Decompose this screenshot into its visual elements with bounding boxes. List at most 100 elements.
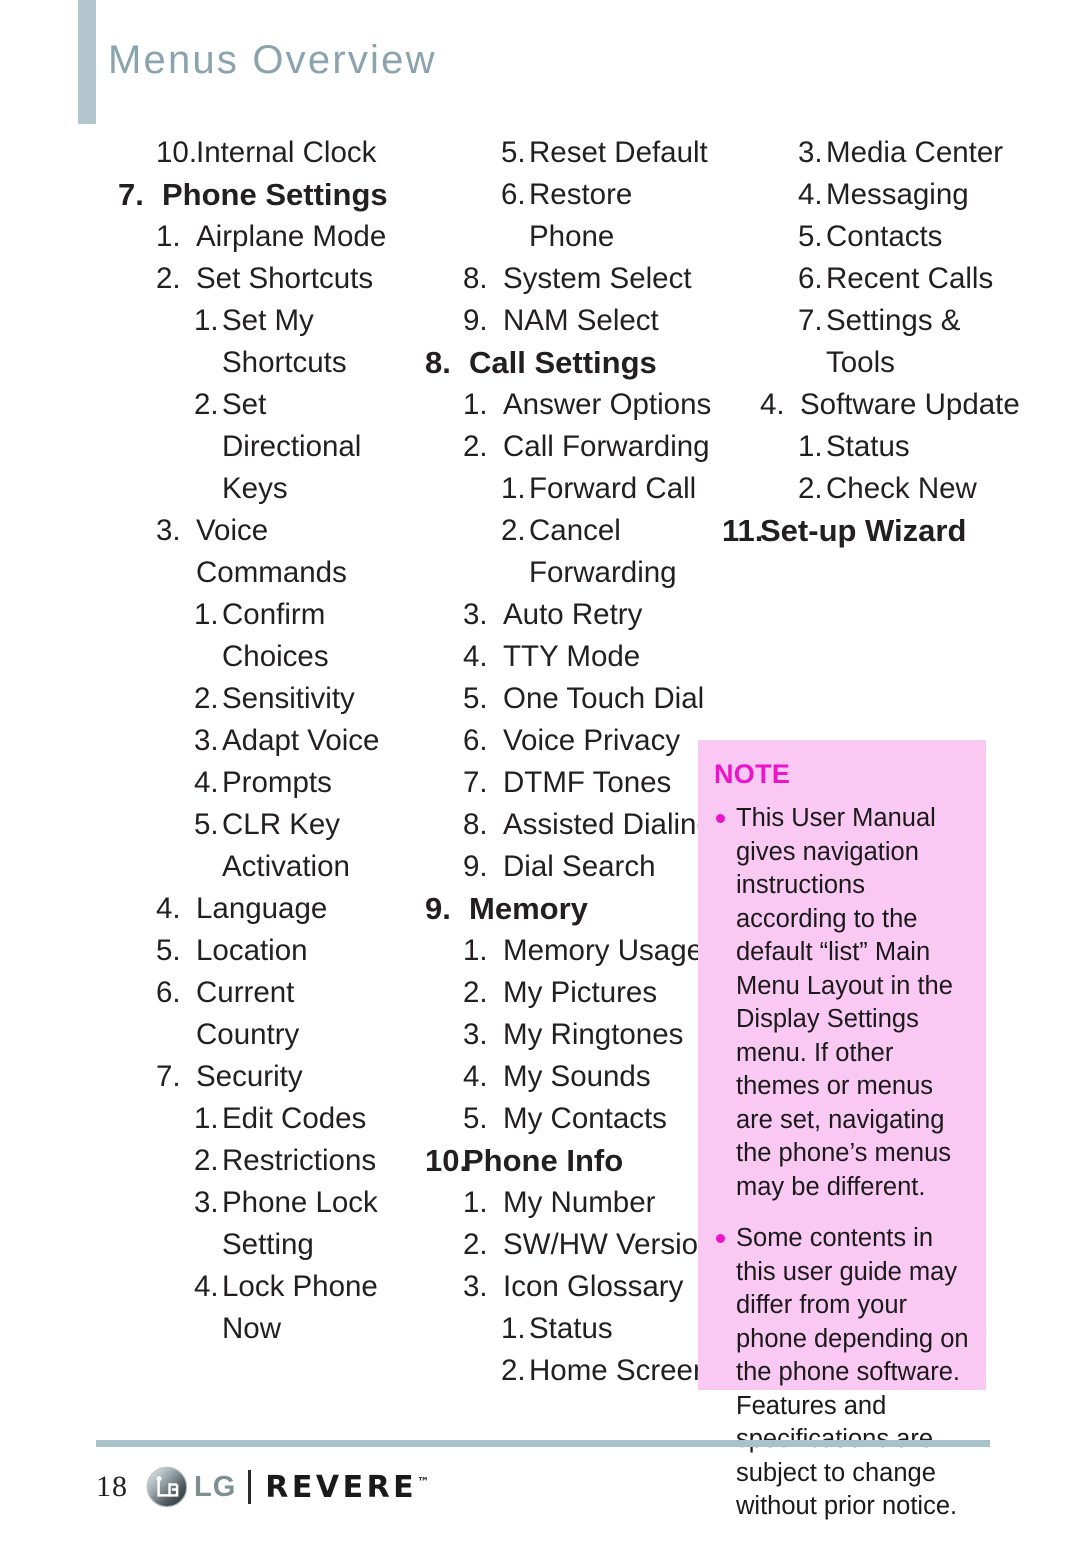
menu-entry-label: Confirm [222, 598, 326, 631]
menu-entry-number: 8. [463, 808, 488, 841]
menu-entry-label: Reset Default [529, 136, 708, 169]
menu-entry-label: Prompts [222, 766, 332, 799]
menu-entry: Forwarding [425, 552, 735, 594]
page-title: Menus Overview [108, 38, 437, 82]
menu-entry-number: 8. [425, 345, 451, 380]
menu-entry-label: TTY Mode [503, 640, 641, 673]
menu-entry-label: Language [196, 892, 328, 925]
menu-entry-label: Shortcuts [222, 346, 347, 379]
menu-entry: 1. Answer Options [425, 384, 735, 426]
menu-entry: Directional [118, 426, 428, 468]
menu-entry: 5. One Touch Dial [425, 678, 735, 720]
menu-entry: 2. Set [118, 384, 428, 426]
menu-entry-number: 1. [463, 1186, 488, 1219]
menu-entry-label: Activation [222, 850, 350, 883]
menu-entry-label: Check New [826, 472, 977, 505]
menu-entry-number: 1. [156, 220, 181, 253]
menu-entry: 2. Call Forwarding [425, 426, 735, 468]
menu-entry-number: 3. [463, 1018, 488, 1051]
menu-entry-number: 10. [156, 136, 198, 169]
menu-entry-label: Voice Privacy [503, 724, 681, 757]
note-bullet: This User Manual gives navigation instru… [714, 802, 972, 1204]
menu-entry-label: Memory Usage [503, 934, 704, 967]
menu-entry: 1. Airplane Mode [118, 216, 428, 258]
trademark-symbol: ™ [417, 1474, 430, 1489]
menu-entry-number: 1. [194, 1102, 219, 1135]
menu-entry: 7. Settings & [722, 300, 1032, 342]
menu-entry-label: Commands [196, 556, 347, 589]
menu-entry-number: 4. [194, 1270, 219, 1303]
menu-entry: 3. Auto Retry [425, 594, 735, 636]
menu-entry: Activation [118, 846, 428, 888]
menu-entry-label: Location [196, 934, 308, 967]
note-title: NOTE [714, 759, 791, 789]
menu-entry-label: Contacts [826, 220, 943, 253]
menu-entry: 5. Location [118, 930, 428, 972]
menu-entry-label: Restrictions [222, 1144, 377, 1177]
menu-entry-label: Call Forwarding [503, 430, 710, 463]
menu-entry-number: 7. [118, 177, 144, 212]
menu-entry: 5. Reset Default [425, 132, 735, 174]
menu-entry-label: My Contacts [503, 1102, 667, 1135]
menu-entry-label: Dial Search [503, 850, 656, 883]
menu-entry-label: Setting [222, 1228, 314, 1261]
menu-entry-number: 11. [722, 513, 764, 548]
menu-column-2: 5. Reset Default 6. Restore Phone 8. System Se… [425, 132, 735, 1392]
product-name-text: REVERE [265, 1469, 418, 1505]
menu-entry-label: Home Screen [529, 1354, 710, 1387]
menu-entry-label: Assisted Dialing [503, 808, 713, 841]
menu-entry-label: Set [222, 388, 267, 421]
menu-entry-number: 9. [463, 850, 488, 883]
menu-entry: 4. My Sounds [425, 1056, 735, 1098]
menu-entry-label: DTMF Tones [503, 766, 672, 799]
menu-entry-number: 1. [463, 388, 488, 421]
menu-entry-label: Recent Calls [826, 262, 994, 295]
menu-entry-number: 2. [194, 388, 219, 421]
menu-entry: 9. NAM Select [425, 300, 735, 342]
menu-entry: 2. Set Shortcuts [118, 258, 428, 300]
menu-entry-label: Status [529, 1312, 613, 1345]
menu-entry-number: 4. [156, 892, 181, 925]
menu-entry-label: My Pictures [503, 976, 658, 1009]
menu-entry-number: 7. [156, 1060, 181, 1093]
lg-logo-icon [146, 1466, 188, 1508]
header-accent-bar [78, 0, 96, 124]
menu-entry-label: Airplane Mode [196, 220, 387, 253]
menu-entry: 1. Confirm [118, 594, 428, 636]
menu-entry-label: Choices [222, 640, 329, 673]
menu-entry: 1. Status [722, 426, 1032, 468]
menu-entry-label: Voice [196, 514, 269, 547]
menu-entry-label: Software Update [800, 388, 1020, 421]
menu-entry: 5. CLR Key [118, 804, 428, 846]
menu-entry: 4. Prompts [118, 762, 428, 804]
menu-entry-label: Set My [222, 304, 314, 337]
menu-entry-label: Cancel [529, 514, 621, 547]
menu-entry-number: 2. [463, 976, 488, 1009]
menu-entry: 4. TTY Mode [425, 636, 735, 678]
menu-entry-number: 2. [501, 1354, 526, 1387]
menu-column-1: 10.Internal Clock 7. Phone Settings 1. Airpl… [118, 132, 428, 1350]
menu-entry-number: 2. [194, 1144, 219, 1177]
menu-entry-number: 2. [798, 472, 823, 505]
menu-entry-number: 3. [156, 514, 181, 547]
menu-entry: 3. Phone Lock [118, 1182, 428, 1224]
menu-entry: 2. SW/HW Version [425, 1224, 735, 1266]
menu-entry-label: Phone [529, 220, 615, 253]
menu-entry-number: 1. [501, 472, 526, 505]
menu-entry-number: 4. [463, 1060, 488, 1093]
menu-entry-label: Messaging [826, 178, 969, 211]
menu-entry-number: 1. [194, 304, 219, 337]
bullet-dot-icon [716, 1234, 725, 1243]
menu-entry: 5. Contacts [722, 216, 1032, 258]
menu-entry-number: 1. [463, 934, 488, 967]
note-bullet: Some contents in this user guide may dif… [714, 1222, 972, 1524]
menu-entry-label: Phone Info [463, 1143, 624, 1178]
menu-entry-label: Settings & [826, 304, 961, 337]
menu-entry: Phone [425, 216, 735, 258]
menu-entry: 2. Home Screen [425, 1350, 735, 1392]
menu-entry: 3. My Ringtones [425, 1014, 735, 1056]
menu-entry-label: Current [196, 976, 295, 1009]
menu-entry-number: 4. [798, 178, 823, 211]
menu-entry: 6. Restore [425, 174, 735, 216]
menu-entry: 7. DTMF Tones [425, 762, 735, 804]
